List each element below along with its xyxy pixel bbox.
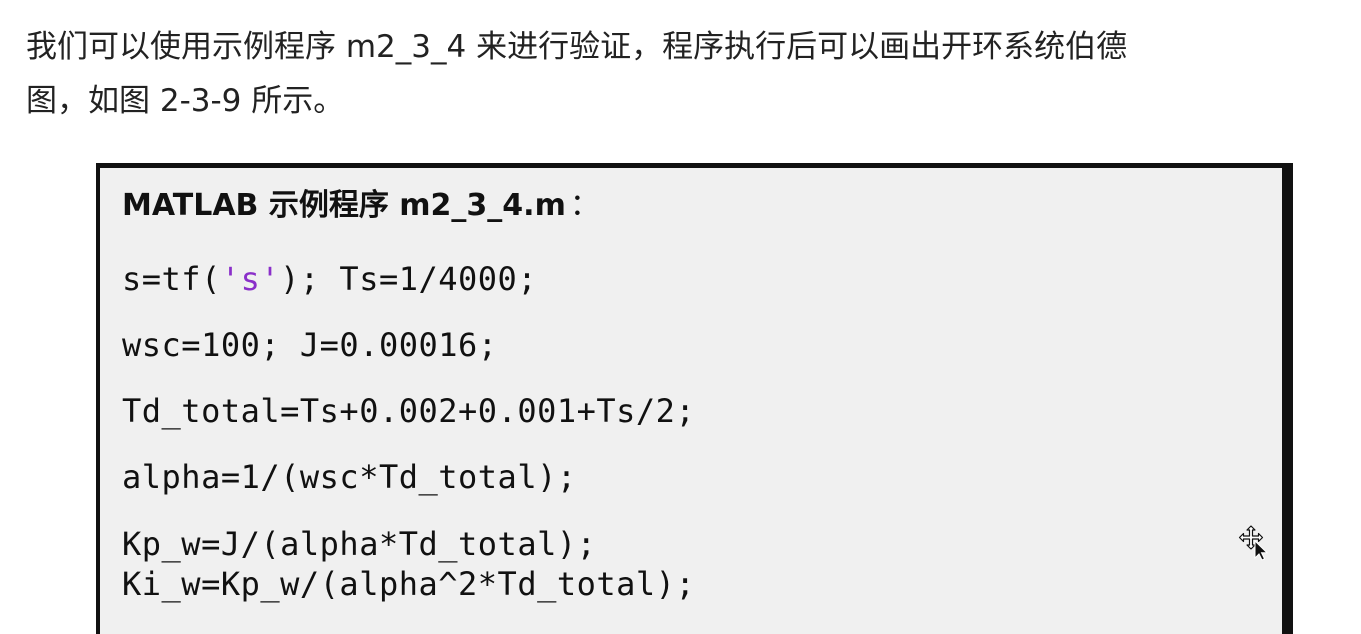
code-line-1-string: 's': [220, 260, 281, 298]
code-listing-title-text: MATLAB 示例程序 m2_3_4.m: [122, 188, 566, 223]
intro-paragraph: 我们可以使用示例程序 m2_3_4 来进行验证，程序执行后可以画出开环系统伯德 …: [26, 20, 1346, 128]
code-line-4: alpha=1/(wsc*Td_total);: [122, 458, 577, 496]
code-listing-title: MATLAB 示例程序 m2_3_4.m：: [122, 186, 600, 226]
code-listing-title-colon: ：: [569, 188, 600, 223]
code-listing-box: MATLAB 示例程序 m2_3_4.m： s=tf('s'); Ts=1/40…: [96, 163, 1293, 634]
code-line-1-post: ); Ts=1/4000;: [280, 260, 538, 298]
intro-line-2: 图，如图 2-3-9 所示。: [26, 83, 345, 119]
code-line-2: wsc=100; J=0.00016;: [122, 326, 498, 364]
code-line-3: Td_total=Ts+0.002+0.001+Ts/2;: [122, 392, 696, 430]
code-line-1-pre: s=tf(: [122, 260, 221, 298]
intro-line-1: 我们可以使用示例程序 m2_3_4 来进行验证，程序执行后可以画出开环系统伯德: [26, 29, 1128, 65]
code-line-1: s=tf('s'); Ts=1/4000;: [122, 260, 537, 298]
move-cursor-icon: [1238, 525, 1269, 561]
code-line-6: Ki_w=Kp_w/(alpha^2*Td_total);: [122, 565, 696, 603]
code-line-5: Kp_w=J/(alpha*Td_total);: [122, 525, 597, 563]
